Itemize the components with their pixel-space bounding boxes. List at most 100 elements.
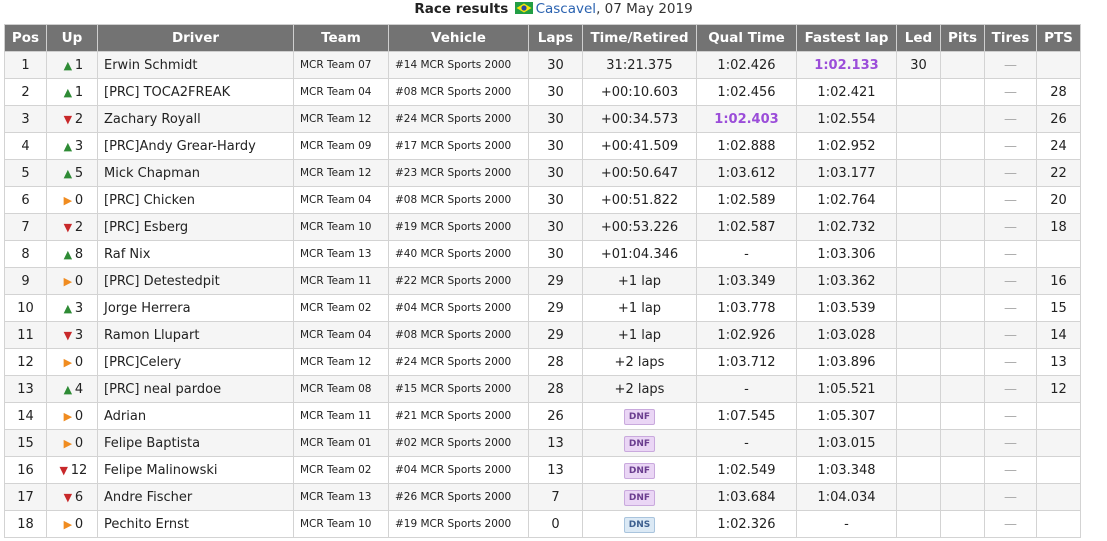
time-cell: 31:21.375 — [582, 51, 697, 79]
fastest-lap-cell: 1:03.539 — [796, 294, 897, 322]
qual-time-cell: - — [696, 375, 797, 403]
column-header-up: Up — [46, 24, 98, 52]
time-cell: +00:10.603 — [582, 78, 697, 106]
tires-cell: — — [984, 510, 1037, 538]
vehicle-cell: #19 MCR Sports 2000 — [388, 510, 529, 538]
driver-cell: Felipe Malinowski — [97, 456, 294, 484]
position-change-value: 5 — [74, 165, 84, 181]
table-row: 18 ▶ 0 Pechito Ernst MCR Team 10 #19 MCR Spor… — [4, 510, 1081, 538]
tires-cell: — — [984, 483, 1037, 511]
vehicle-cell: #24 MCR Sports 2000 — [388, 105, 529, 133]
column-header-fastest-lap: Fastest lap — [796, 24, 897, 52]
team-cell: MCR Team 12 — [293, 105, 389, 133]
vehicle-cell: #17 MCR Sports 2000 — [388, 132, 529, 160]
driver-cell: Mick Chapman — [97, 159, 294, 187]
tires-cell: — — [984, 159, 1037, 187]
pos-cell: 16 — [4, 456, 47, 484]
qual-time-cell: 1:02.426 — [696, 51, 797, 79]
qual-time-cell: 1:02.456 — [696, 78, 797, 106]
fastest-lap-cell: 1:03.028 — [796, 321, 897, 349]
tires-cell: — — [984, 267, 1037, 295]
column-header-pts: PTS — [1036, 24, 1081, 52]
qual-time-cell: - — [696, 240, 797, 268]
led-cell — [896, 429, 941, 457]
vehicle-cell: #23 MCR Sports 2000 — [388, 159, 529, 187]
led-cell — [896, 132, 941, 160]
table-row: 2 ▲ 1 [PRC] TOCA2FREAK MCR Team 04 #08 MCR Sp… — [4, 78, 1081, 106]
driver-cell: Erwin Schmidt — [97, 51, 294, 79]
qual-time-cell: 1:03.778 — [696, 294, 797, 322]
table-row: 14 ▶ 0 Adrian MCR Team 11 #21 MCR Sports 2000… — [4, 402, 1081, 430]
fastest-lap-cell: 1:04.034 — [796, 483, 897, 511]
team-cell: MCR Team 11 — [293, 402, 389, 430]
position-change-value: 0 — [74, 273, 84, 289]
column-header-team: Team — [293, 24, 389, 52]
fastest-lap-cell: 1:03.015 — [796, 429, 897, 457]
pos-cell: 18 — [4, 510, 47, 538]
team-cell: MCR Team 10 — [293, 213, 389, 241]
pos-cell: 3 — [4, 105, 47, 133]
tires-cell: — — [984, 294, 1037, 322]
fastest-lap-cell: 1:03.348 — [796, 456, 897, 484]
vehicle-cell: #26 MCR Sports 2000 — [388, 483, 529, 511]
position-change-value: 3 — [74, 300, 84, 316]
dns-badge: DNS — [623, 516, 656, 533]
arrow-up-icon: ▲ — [63, 247, 73, 261]
time-cell: +00:41.509 — [582, 132, 697, 160]
table-row: 12 ▶ 0 [PRC]Celery MCR Team 12 #24 MCR Sports… — [4, 348, 1081, 376]
table-caption: Race results Cascavel, 07 May 2019 — [0, 0, 1107, 22]
tires-cell: — — [984, 186, 1037, 214]
driver-cell: [PRC] Esberg — [97, 213, 294, 241]
position-change-cell: ▲ 4 — [46, 375, 98, 403]
table-row: 3 ▼ 2 Zachary Royall MCR Team 12 #24 MCR Spor… — [4, 105, 1081, 133]
led-cell — [896, 159, 941, 187]
team-cell: MCR Team 10 — [293, 510, 389, 538]
position-change-value: 3 — [74, 327, 84, 343]
pts-cell: 16 — [1036, 267, 1081, 295]
pos-cell: 15 — [4, 429, 47, 457]
pits-cell — [940, 510, 985, 538]
laps-cell: 30 — [528, 186, 583, 214]
team-cell: MCR Team 04 — [293, 186, 389, 214]
pits-cell — [940, 294, 985, 322]
vehicle-cell: #08 MCR Sports 2000 — [388, 321, 529, 349]
arrow-right-icon: ▶ — [63, 355, 73, 369]
time-cell: +00:53.226 — [582, 213, 697, 241]
position-change-value: 8 — [74, 246, 84, 262]
position-change-value: 0 — [74, 435, 84, 451]
position-change-cell: ▼ 3 — [46, 321, 98, 349]
table-row: 4 ▲ 3 [PRC]Andy Grear-Hardy MCR Team 09 #17 M… — [4, 132, 1081, 160]
table-row: 1 ▲ 1 Erwin Schmidt MCR Team 07 #14 MCR Sport… — [4, 51, 1081, 79]
pts-cell — [1036, 510, 1081, 538]
arrow-right-icon: ▶ — [63, 409, 73, 423]
pits-cell — [940, 321, 985, 349]
laps-cell: 30 — [528, 159, 583, 187]
vehicle-cell: #08 MCR Sports 2000 — [388, 78, 529, 106]
track-link[interactable]: Cascavel — [536, 1, 596, 17]
laps-cell: 13 — [528, 429, 583, 457]
pos-cell: 4 — [4, 132, 47, 160]
time-cell: DNF — [582, 456, 697, 484]
vehicle-cell: #24 MCR Sports 2000 — [388, 348, 529, 376]
fastest-lap-cell: 1:02.764 — [796, 186, 897, 214]
position-change-cell: ▶ 0 — [46, 402, 98, 430]
pits-cell — [940, 105, 985, 133]
pits-cell — [940, 159, 985, 187]
driver-cell: [PRC]Celery — [97, 348, 294, 376]
driver-cell: Felipe Baptista — [97, 429, 294, 457]
pos-cell: 6 — [4, 186, 47, 214]
laps-cell: 30 — [528, 105, 583, 133]
pos-cell: 2 — [4, 78, 47, 106]
vehicle-cell: #22 MCR Sports 2000 — [388, 267, 529, 295]
team-cell: MCR Team 07 — [293, 51, 389, 79]
led-cell — [896, 348, 941, 376]
time-cell: +01:04.346 — [582, 240, 697, 268]
column-header-led: Led — [896, 24, 941, 52]
position-change-cell: ▶ 0 — [46, 429, 98, 457]
time-cell: +1 lap — [582, 321, 697, 349]
laps-cell: 30 — [528, 78, 583, 106]
arrow-down-icon: ▼ — [63, 328, 73, 342]
table-row: 11 ▼ 3 Ramon Llupart MCR Team 04 #08 MCR Spor… — [4, 321, 1081, 349]
team-cell: MCR Team 02 — [293, 294, 389, 322]
table-row: 16 ▼ 12 Felipe Malinowski MCR Team 02 #04 MCR… — [4, 456, 1081, 484]
